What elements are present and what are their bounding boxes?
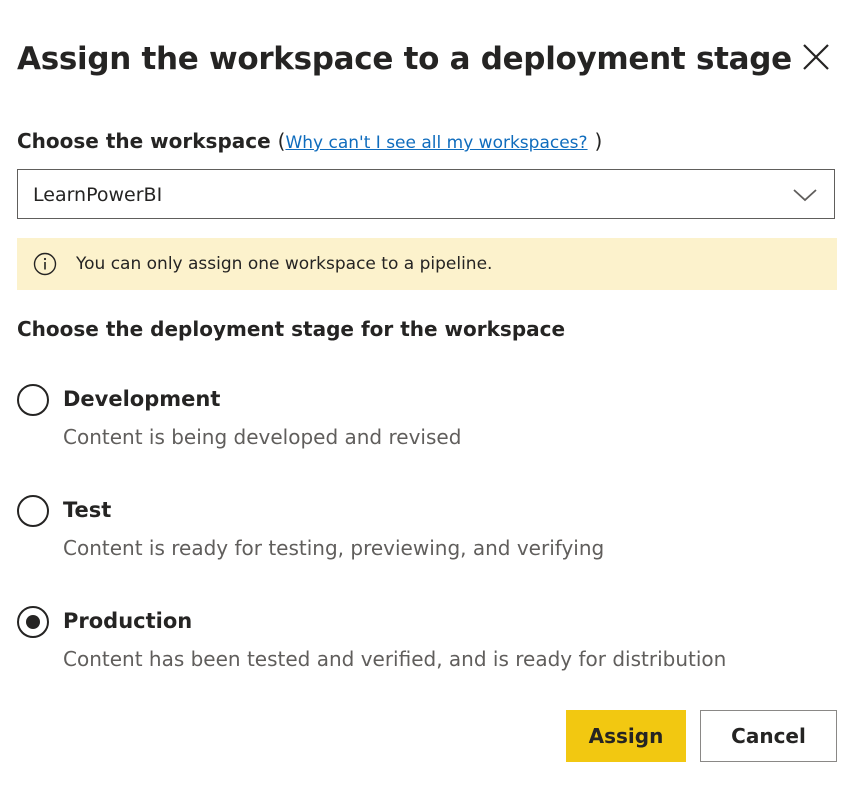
close-button[interactable] xyxy=(796,38,836,78)
info-notice: You can only assign one workspace to a p… xyxy=(17,238,837,290)
workspace-label: Choose the workspace (Why can't I see al… xyxy=(17,127,602,157)
info-icon xyxy=(33,252,57,276)
stage-description: Content is being developed and revised xyxy=(63,425,462,449)
cancel-button[interactable]: Cancel xyxy=(700,710,837,762)
stage-label: Choose the deployment stage for the work… xyxy=(17,317,566,341)
paren-close: ) xyxy=(594,129,603,153)
radio-selected-dot xyxy=(26,615,40,629)
stage-description: Content has been tested and verified, an… xyxy=(63,647,727,671)
radio-production[interactable] xyxy=(17,606,49,638)
assign-workspace-dialog: Assign the workspace to a deployment sta… xyxy=(0,0,848,803)
workspace-dropdown-value: LearnPowerBI xyxy=(33,184,163,206)
stage-name: Development xyxy=(63,387,221,411)
stage-option-development[interactable]: Development Content is being developed a… xyxy=(17,383,817,463)
workspace-label-text: Choose the workspace xyxy=(17,129,271,153)
dialog-title: Assign the workspace to a deployment sta… xyxy=(17,41,792,77)
stage-option-production[interactable]: Production Content has been tested and v… xyxy=(17,605,817,685)
assign-button[interactable]: Assign xyxy=(566,710,686,762)
workspaces-help-link[interactable]: Why can't I see all my workspaces? xyxy=(285,133,587,153)
chevron-down-icon xyxy=(793,189,817,202)
workspace-dropdown[interactable]: LearnPowerBI xyxy=(17,169,835,219)
stage-option-test[interactable]: Test Content is ready for testing, previ… xyxy=(17,494,817,574)
radio-development[interactable] xyxy=(17,384,49,416)
stage-name: Test xyxy=(63,498,112,522)
stage-name: Production xyxy=(63,609,193,633)
stage-description: Content is ready for testing, previewing… xyxy=(63,536,605,560)
close-icon xyxy=(803,44,829,70)
radio-test[interactable] xyxy=(17,495,49,527)
info-notice-text: You can only assign one workspace to a p… xyxy=(76,254,493,274)
